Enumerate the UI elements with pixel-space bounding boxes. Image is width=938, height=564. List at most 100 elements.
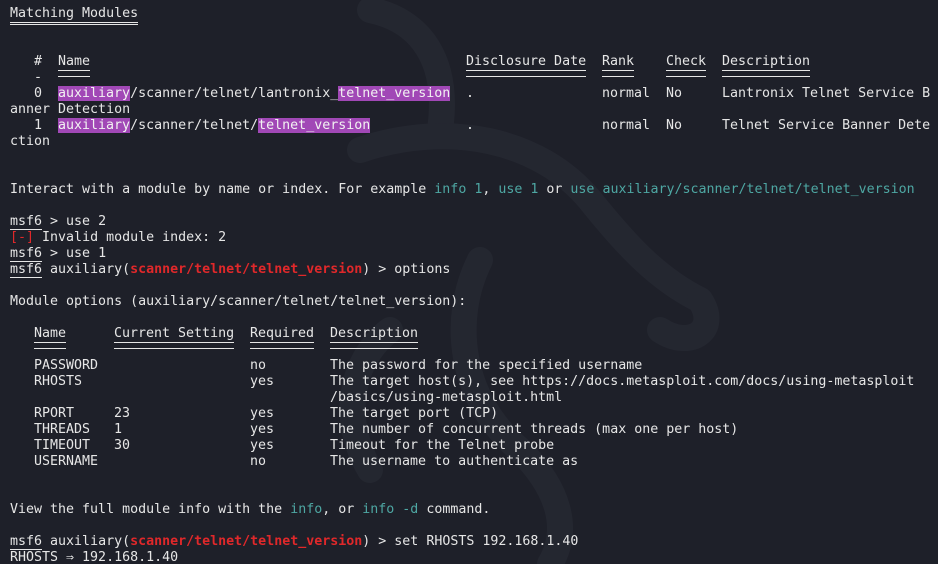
description: Lantronix Telnet Service B xyxy=(722,86,931,101)
table-row: RHOSTS yes The target host(s), see https… xyxy=(0,374,914,390)
option-description: The target port (TCP) xyxy=(330,406,499,421)
info-command-link[interactable]: info xyxy=(290,502,322,517)
module-name-middle: /scanner/telnet/lantronix_ xyxy=(130,86,339,101)
info-d-command-link[interactable]: info -d xyxy=(362,502,418,517)
prompt-line: msf6 auxiliary(scanner/telnet/telnet_ver… xyxy=(10,534,579,550)
option-name: PASSWORD xyxy=(34,358,99,373)
option-required: yes xyxy=(250,422,275,437)
hint-example-info[interactable]: info 1 xyxy=(434,182,482,197)
table-row[interactable]: 0 auxiliary/scanner/telnet/lantronix_tel… xyxy=(0,86,930,102)
hint-example-use-index[interactable]: use 1 xyxy=(498,182,538,197)
interact-hint: Interact with a module by name or index.… xyxy=(10,182,915,197)
description: Telnet Service Banner Dete xyxy=(722,118,931,133)
module-name-highlight: telnet_version xyxy=(258,118,371,133)
table-row-wrap: anner Detection xyxy=(0,102,130,118)
header-description: Description xyxy=(722,54,811,71)
options-header-current-setting: Current Setting xyxy=(114,326,235,343)
header-rank: Rank xyxy=(602,54,635,71)
table-row[interactable]: 1 auxiliary/scanner/telnet/telnet_versio… xyxy=(0,118,930,134)
options-header-required: Required xyxy=(250,326,315,343)
option-description: The target host(s), see https://docs.met… xyxy=(330,374,915,389)
option-description: Timeout for the Telnet probe xyxy=(330,438,555,453)
header-name: Name xyxy=(58,54,91,71)
header-name-rule xyxy=(58,76,90,77)
row-index: 1 xyxy=(34,118,43,133)
disclosure-date: . xyxy=(466,118,475,133)
opt-name-rule xyxy=(34,348,66,349)
prompt-msf6: msf6 xyxy=(10,246,43,262)
table-row-wrap: ction xyxy=(0,134,50,150)
prompt-module-path: scanner/telnet/telnet_version xyxy=(130,534,363,549)
command-text: > use 1 xyxy=(42,246,107,261)
opt-setting-rule xyxy=(114,348,234,349)
option-name: THREADS xyxy=(34,422,91,437)
command-output: RHOSTS ⇒ 192.168.1.40 xyxy=(10,550,179,564)
option-setting: 1 xyxy=(114,422,123,437)
header-description-rule xyxy=(722,76,810,77)
error-marker: [-] xyxy=(10,230,35,245)
section-heading-row: Matching Modules xyxy=(0,6,139,25)
search-table-header-underline-row: - xyxy=(0,70,810,86)
description-wrap: anner Detection xyxy=(10,102,131,117)
prompt-line: msf6 > use 1 xyxy=(10,246,106,262)
header-disclosure-date: Disclosure Date xyxy=(466,54,587,71)
header-check-rule xyxy=(666,76,706,77)
header-date-rule xyxy=(466,76,586,77)
option-required: yes xyxy=(250,374,275,389)
prompt-line: msf6 auxiliary(scanner/telnet/telnet_ver… xyxy=(10,262,451,278)
option-description: The username to authenticate as xyxy=(330,454,579,469)
row-index: 0 xyxy=(34,86,43,101)
module-name-highlight: auxiliary xyxy=(58,118,131,133)
rank: normal xyxy=(602,86,651,101)
header-index: # xyxy=(34,54,43,69)
option-name: TIMEOUT xyxy=(34,438,91,453)
module-options-heading: Module options (auxiliary/scanner/telnet… xyxy=(10,294,467,309)
prompt-msf6: msf6 xyxy=(10,534,43,550)
option-description: The number of concurrent threads (max on… xyxy=(330,422,739,437)
table-row-wrap: /basics/using-metasploit.html xyxy=(0,390,562,406)
command-text: > use 2 xyxy=(42,214,107,229)
module-name[interactable]: auxiliary/scanner/telnet/lantronix_telne… xyxy=(58,86,451,102)
header-check: Check xyxy=(666,54,707,71)
table-row: THREADS 1 yes The number of concurrent t… xyxy=(0,422,738,438)
check: No xyxy=(666,118,683,133)
hint-example-use-path[interactable]: use auxiliary/scanner/telnet/telnet_vers… xyxy=(570,182,914,197)
option-required: yes xyxy=(250,406,275,421)
table-row: USERNAME no The username to authenticate… xyxy=(0,454,578,470)
matching-modules-heading: Matching Modules xyxy=(10,6,139,25)
module-name[interactable]: auxiliary/scanner/telnet/telnet_version xyxy=(58,118,371,134)
options-table-header: Name Current Setting Required Descriptio… xyxy=(0,326,419,343)
header-rank-rule xyxy=(602,76,634,77)
option-required: no xyxy=(250,358,267,373)
prompt-module-path: scanner/telnet/telnet_version xyxy=(130,262,363,277)
info-hint: View the full module info with the info,… xyxy=(10,502,491,517)
rank: normal xyxy=(602,118,651,133)
module-name-highlight: auxiliary xyxy=(58,86,131,101)
option-setting: 23 xyxy=(114,406,131,421)
prompt-line: msf6 > use 2 xyxy=(10,214,106,230)
error-line: [-] Invalid module index: 2 xyxy=(10,230,226,246)
option-required: yes xyxy=(250,438,275,453)
options-header-underline-row xyxy=(0,342,418,358)
module-name-middle: /scanner/telnet/ xyxy=(130,118,259,133)
option-description-wrap: /basics/using-metasploit.html xyxy=(330,390,563,405)
command-text: > set RHOSTS 192.168.1.40 xyxy=(378,534,579,549)
check: No xyxy=(666,86,683,101)
option-name: RHOSTS xyxy=(34,374,83,389)
terminal-window[interactable]: Matching Modules # Name Disclosure Date … xyxy=(0,0,938,564)
table-row: RPORT 23 yes The target port (TCP) xyxy=(0,406,498,422)
kali-dragon-watermark-icon xyxy=(339,0,720,564)
options-header-name: Name xyxy=(34,326,67,343)
prompt-msf6: msf6 xyxy=(10,214,43,230)
prompt-msf6: msf6 xyxy=(10,262,43,278)
header-index-dash: - xyxy=(34,70,43,85)
table-row: PASSWORD no The password for the specifi… xyxy=(0,358,642,374)
opt-description-rule xyxy=(330,348,418,349)
search-table-header: # Name Disclosure Date Rank Check Descri… xyxy=(0,54,811,71)
option-setting: 30 xyxy=(114,438,131,453)
option-description: The password for the specified username xyxy=(330,358,643,373)
options-header-description: Description xyxy=(330,326,419,343)
description-wrap: ction xyxy=(10,134,51,149)
disclosure-date: . xyxy=(466,86,475,101)
table-row: TIMEOUT 30 yes Timeout for the Telnet pr… xyxy=(0,438,554,454)
